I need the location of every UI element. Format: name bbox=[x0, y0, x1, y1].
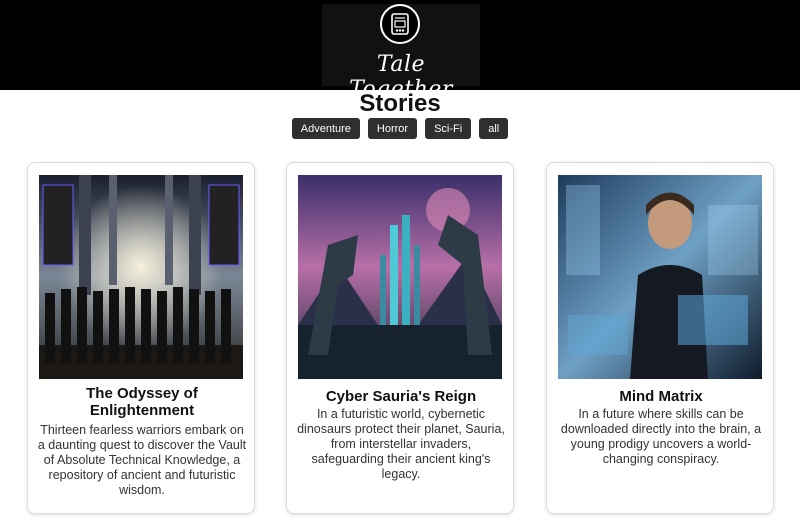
story-card[interactable]: The Odyssey of Enlightenment Thirteen fe… bbox=[27, 162, 255, 514]
story-description: Thirteen fearless warriors embark on a d… bbox=[37, 423, 247, 497]
top-header: Tale Together bbox=[0, 0, 800, 102]
story-card[interactable]: Mind Matrix In a future where skills can… bbox=[546, 162, 774, 514]
genre-filter-bar: Adventure Horror Sci-Fi all bbox=[0, 118, 800, 139]
story-description: In a futuristic world, cybernetic dinosa… bbox=[297, 407, 505, 481]
story-cover-image[interactable] bbox=[298, 175, 502, 379]
page-title: Stories bbox=[359, 90, 441, 117]
filter-horror-button[interactable]: Horror bbox=[367, 118, 418, 139]
filter-adventure-button[interactable]: Adventure bbox=[291, 118, 360, 139]
story-card[interactable]: Cyber Sauria's Reign In a futuristic wor… bbox=[286, 162, 514, 514]
filter-scifi-button[interactable]: Sci-Fi bbox=[425, 118, 472, 139]
story-cover-image[interactable] bbox=[39, 175, 243, 379]
story-title[interactable]: Mind Matrix bbox=[555, 388, 767, 405]
book-logo-icon[interactable] bbox=[380, 4, 420, 44]
story-description: In a future where skills can be download… bbox=[560, 407, 762, 466]
story-cover-image[interactable] bbox=[558, 175, 762, 379]
filter-all-button[interactable]: all bbox=[479, 118, 509, 139]
story-title[interactable]: The Odyssey of Enlightenment bbox=[36, 385, 248, 419]
story-title[interactable]: Cyber Sauria's Reign bbox=[295, 388, 507, 405]
